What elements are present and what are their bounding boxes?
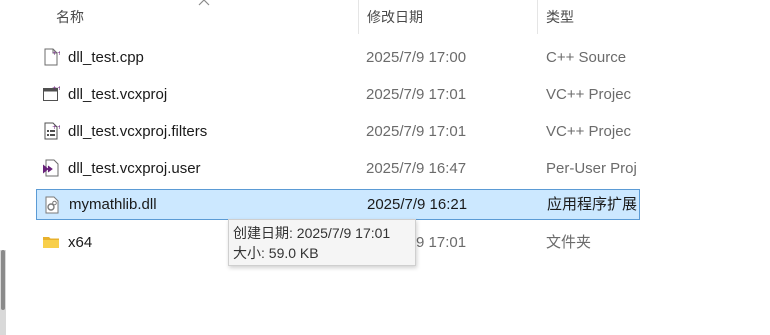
file-date: 2025/7/9 17:01 — [366, 86, 467, 103]
file-name: dll_test.vcxproj — [68, 86, 168, 103]
empty-area — [640, 0, 770, 335]
navigation-scrollbar[interactable] — [0, 250, 6, 335]
column-header-bar: 名称 修改日期 类型 — [0, 0, 640, 34]
tooltip-size: 大小: 59.0 KB — [233, 245, 319, 261]
file-date: 2025/7/9 17:01 — [366, 123, 467, 140]
file-type: Per-User Proj — [546, 160, 637, 177]
file-row[interactable]: ++ dll_test.vcxproj.filters 2025/7/9 17:… — [36, 117, 640, 146]
file-name: dll_test.vcxproj.filters — [68, 123, 208, 140]
vcxproj-file-icon: ++ — [43, 85, 60, 101]
file-type: 文件夹 — [546, 234, 592, 251]
file-info-tooltip: 创建日期: 2025/7/9 17:01 大小: 59.0 KB — [228, 219, 416, 266]
file-date: 2025/7/9 17:00 — [366, 49, 467, 66]
folder-icon — [43, 237, 59, 248]
file-row[interactable]: dll_test.vcxproj.user 2025/7/9 16:47 Per… — [36, 154, 640, 183]
file-date: 2025/7/9 16:21 — [367, 196, 468, 213]
column-header-name[interactable]: 名称 — [48, 0, 358, 34]
file-type: C++ Source — [546, 49, 627, 66]
file-type: VC++ Projec — [546, 86, 632, 103]
file-name: x64 — [68, 234, 93, 251]
file-date: 2025/7/9 16:47 — [366, 160, 467, 177]
filters-file-icon: ++ — [44, 122, 60, 140]
column-header-date[interactable]: 修改日期 — [359, 0, 537, 34]
file-type: 应用程序扩展 — [547, 196, 638, 213]
file-type: VC++ Projec — [546, 123, 632, 140]
file-name: mymathlib.dll — [69, 196, 157, 213]
scrollbar-thumb[interactable] — [1, 250, 5, 310]
file-list-pane: 名称 修改日期 类型 ++ dll_test.cpp 2025/7/9 17:0… — [0, 0, 640, 335]
svg-text:++: ++ — [52, 124, 60, 131]
file-name: dll_test.cpp — [68, 49, 144, 66]
svg-text:++: ++ — [52, 50, 60, 57]
dll-file-icon — [45, 196, 59, 214]
user-file-icon — [43, 159, 59, 177]
tooltip-created-date: 创建日期: 2025/7/9 17:01 — [233, 225, 391, 241]
file-row-selected[interactable]: mymathlib.dll 2025/7/9 16:21 应用程序扩展 — [36, 189, 640, 220]
cpp-file-icon: ++ — [44, 48, 60, 66]
file-row[interactable]: ++ dll_test.vcxproj 2025/7/9 17:01 VC++ … — [36, 80, 640, 109]
column-header-type[interactable]: 类型 — [538, 0, 640, 34]
file-name: dll_test.vcxproj.user — [68, 160, 201, 177]
file-row[interactable]: ++ dll_test.cpp 2025/7/9 17:00 C++ Sourc… — [36, 43, 640, 72]
svg-text:++: ++ — [52, 85, 60, 92]
